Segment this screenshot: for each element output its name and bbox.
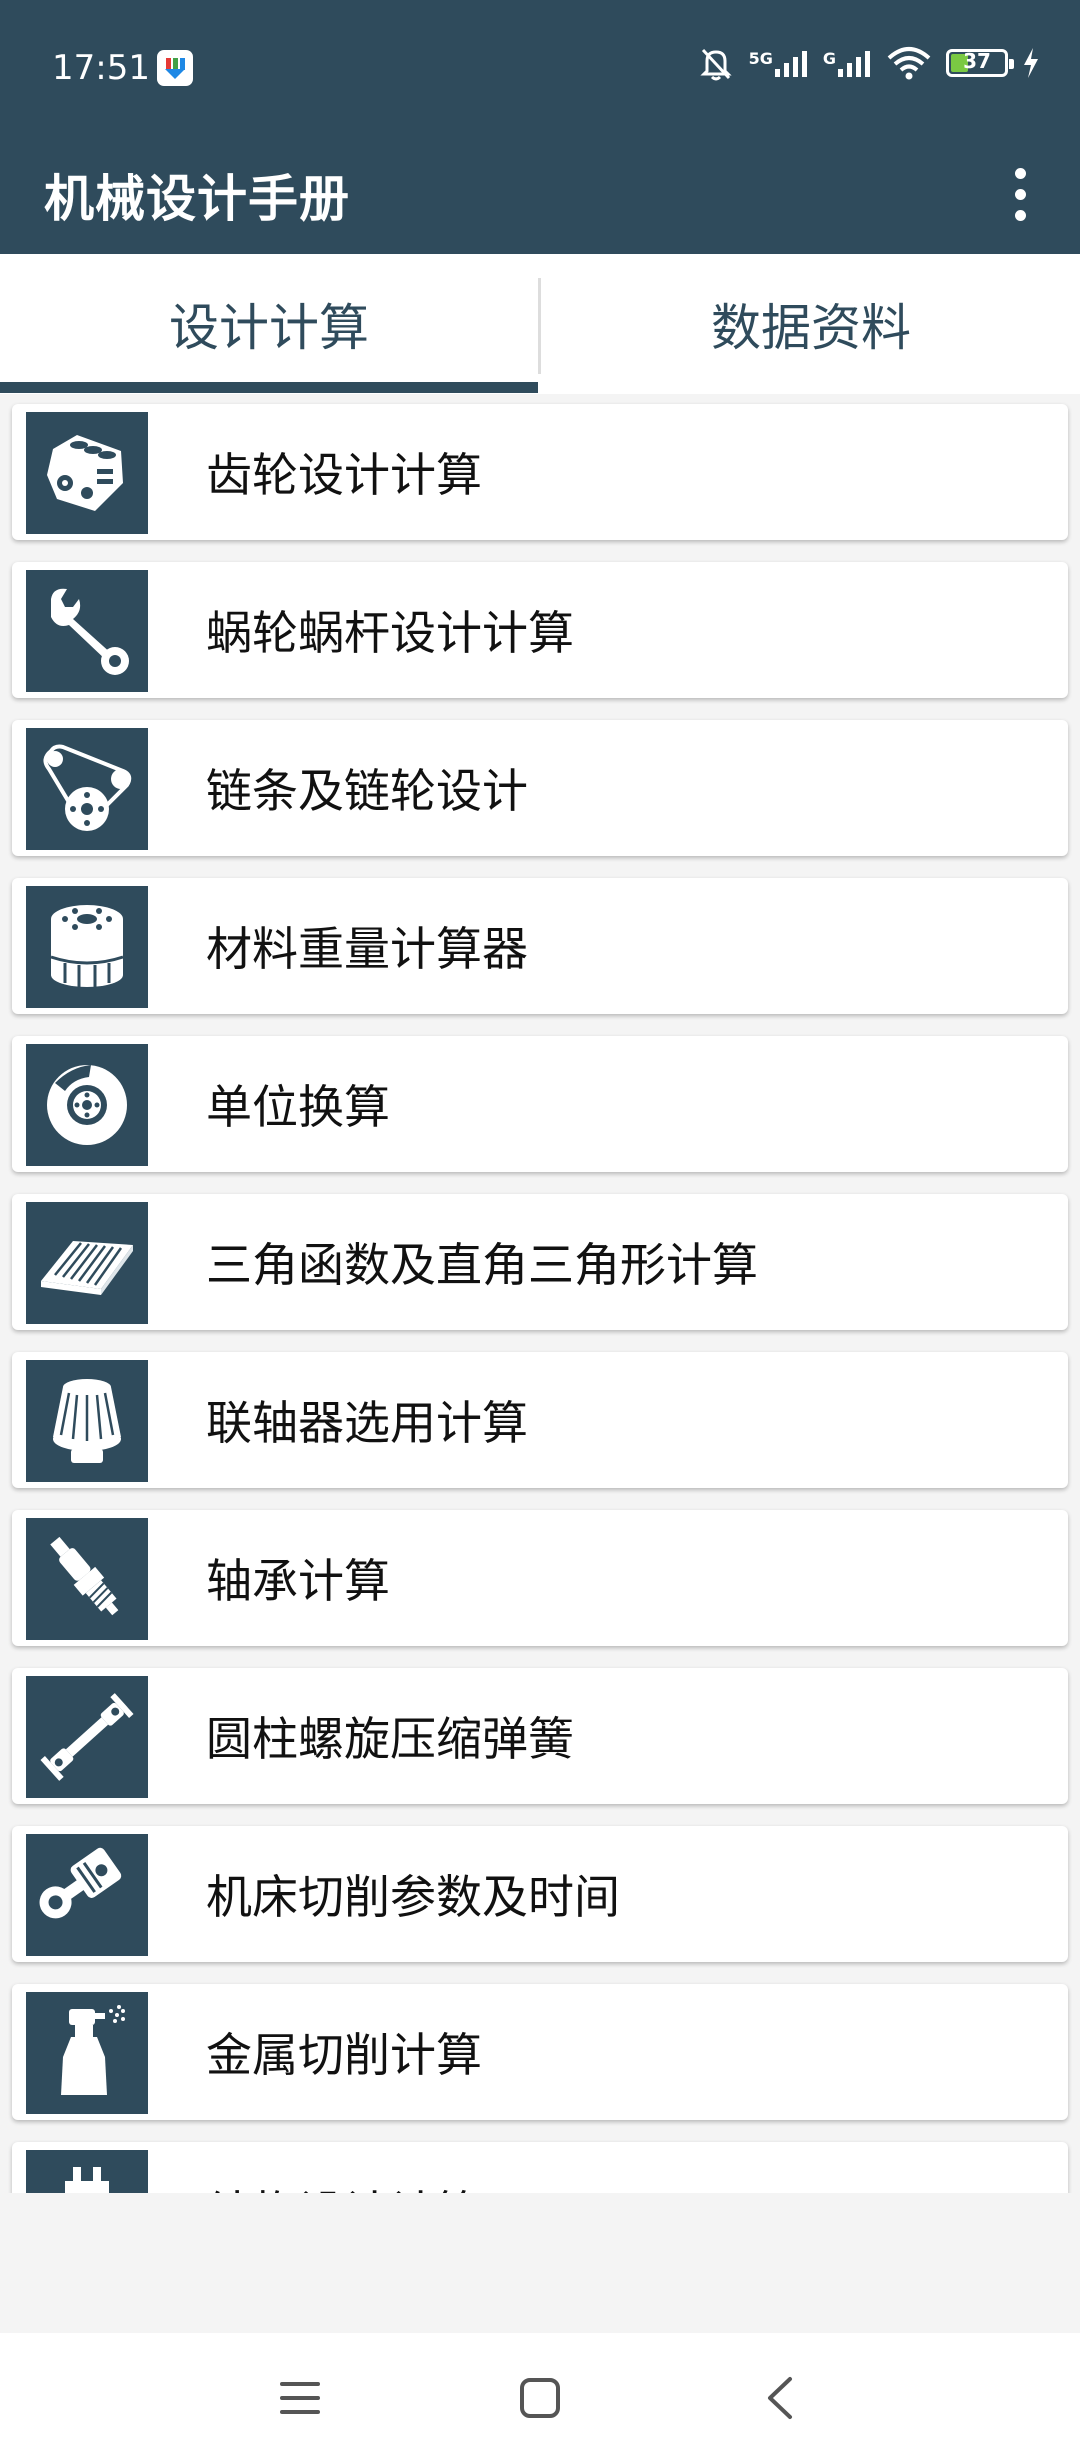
app-bar: 机械设计手册: [0, 137, 1080, 254]
back-chevron-icon: [768, 2377, 792, 2419]
status-time: 17:51: [52, 48, 150, 88]
back-button[interactable]: [745, 2363, 815, 2433]
list-item-label: 齿轮设计计算: [206, 448, 482, 502]
app-notification-icon: [157, 50, 193, 86]
fuse-icon: [26, 2150, 148, 2193]
piston-icon: [26, 1834, 148, 1956]
battery-level: 37: [963, 49, 991, 73]
brake-disc-icon: [26, 1044, 148, 1166]
home-button[interactable]: [505, 2363, 575, 2433]
system-nav-bar: [0, 2333, 1080, 2460]
list-item[interactable]: 齿轮设计计算: [12, 404, 1068, 540]
list-item-label: 材料重量计算器: [206, 922, 528, 976]
list-item[interactable]: 联轴器选用计算: [12, 1352, 1068, 1488]
tab-indicator: [0, 382, 538, 393]
wifi-icon: [887, 47, 931, 80]
list-item-label: 金属切削计算: [206, 2028, 482, 2082]
spray-bottle-icon: [26, 1992, 148, 2114]
bell-muted-icon: [699, 48, 732, 81]
status-icons: 5G G 37: [697, 44, 1040, 82]
list-item[interactable]: 蜗轮蜗杆设计计算: [12, 562, 1068, 698]
signal1-label: 5G: [748, 49, 773, 68]
tab-data-resources[interactable]: 数据资料: [542, 254, 1080, 394]
app-title: 机械设计手册: [44, 170, 350, 228]
more-dot-icon: [1014, 167, 1026, 179]
list-item[interactable]: 圆柱螺旋压缩弹簧: [12, 1668, 1068, 1804]
square-icon: [520, 2378, 560, 2418]
list-item-label: 轴承计算: [206, 1554, 390, 1608]
list-item-label: 机床切削参数及时间: [206, 1870, 620, 1924]
list-item[interactable]: 金属切削计算: [12, 1984, 1068, 2120]
signal-g-icon: G: [823, 49, 872, 77]
list-item-label: 三角函数及直角三角形计算: [206, 1238, 758, 1292]
cone-filter-icon: [26, 1360, 148, 1482]
more-options-button[interactable]: [990, 154, 1050, 234]
list-item-label: 链条及链轮设计: [206, 764, 528, 818]
list-item-label: 联轴器选用计算: [206, 1396, 528, 1450]
tab-design-calc[interactable]: 设计计算: [0, 254, 538, 394]
list-item[interactable]: 链条及链轮设计: [12, 720, 1068, 856]
calc-list: 齿轮设计计算 蜗轮蜗杆设计计算 链条及链轮设计 材料重量计算器 单位换算 三角函…: [0, 398, 1080, 2193]
menu-icon: [280, 2382, 320, 2414]
list-item[interactable]: 机床切削参数及时间: [12, 1826, 1068, 1962]
list-item-label: 圆柱螺旋压缩弹簧: [206, 1712, 574, 1766]
list-item[interactable]: 轴承计算: [12, 1510, 1068, 1646]
wrench-icon: [26, 570, 148, 692]
recent-apps-button[interactable]: [265, 2363, 335, 2433]
list-item-label: 结构设计计算: [206, 2142, 482, 2193]
air-filter-icon: [26, 1202, 148, 1324]
status-bar: 17:51 5G G 37: [0, 0, 1080, 137]
battery-icon: 37: [946, 49, 1014, 77]
belt-pulley-icon: [26, 728, 148, 850]
spark-plug-icon: [26, 1518, 148, 1640]
signal-5g-icon: 5G: [749, 49, 809, 77]
drive-shaft-icon: [26, 1676, 148, 1798]
more-dot-icon: [1014, 209, 1026, 221]
list-item[interactable]: 三角函数及直角三角形计算: [12, 1194, 1068, 1330]
charging-icon: [1024, 48, 1038, 78]
oil-filter-icon: [26, 886, 148, 1008]
list-item[interactable]: 单位换算: [12, 1036, 1068, 1172]
list-item[interactable]: 结构设计计算: [12, 2142, 1068, 2193]
signal2-label: G: [822, 49, 836, 68]
list-item-label: 单位换算: [206, 1080, 390, 1134]
tab-bar: 设计计算 数据资料: [0, 254, 1080, 394]
list-item-label: 蜗轮蜗杆设计计算: [206, 606, 574, 660]
list-item[interactable]: 材料重量计算器: [12, 878, 1068, 1014]
tab-divider: [538, 278, 541, 374]
list-bottom-space: [0, 2193, 1080, 2333]
more-dot-icon: [1014, 188, 1026, 200]
engine-icon: [26, 412, 148, 534]
